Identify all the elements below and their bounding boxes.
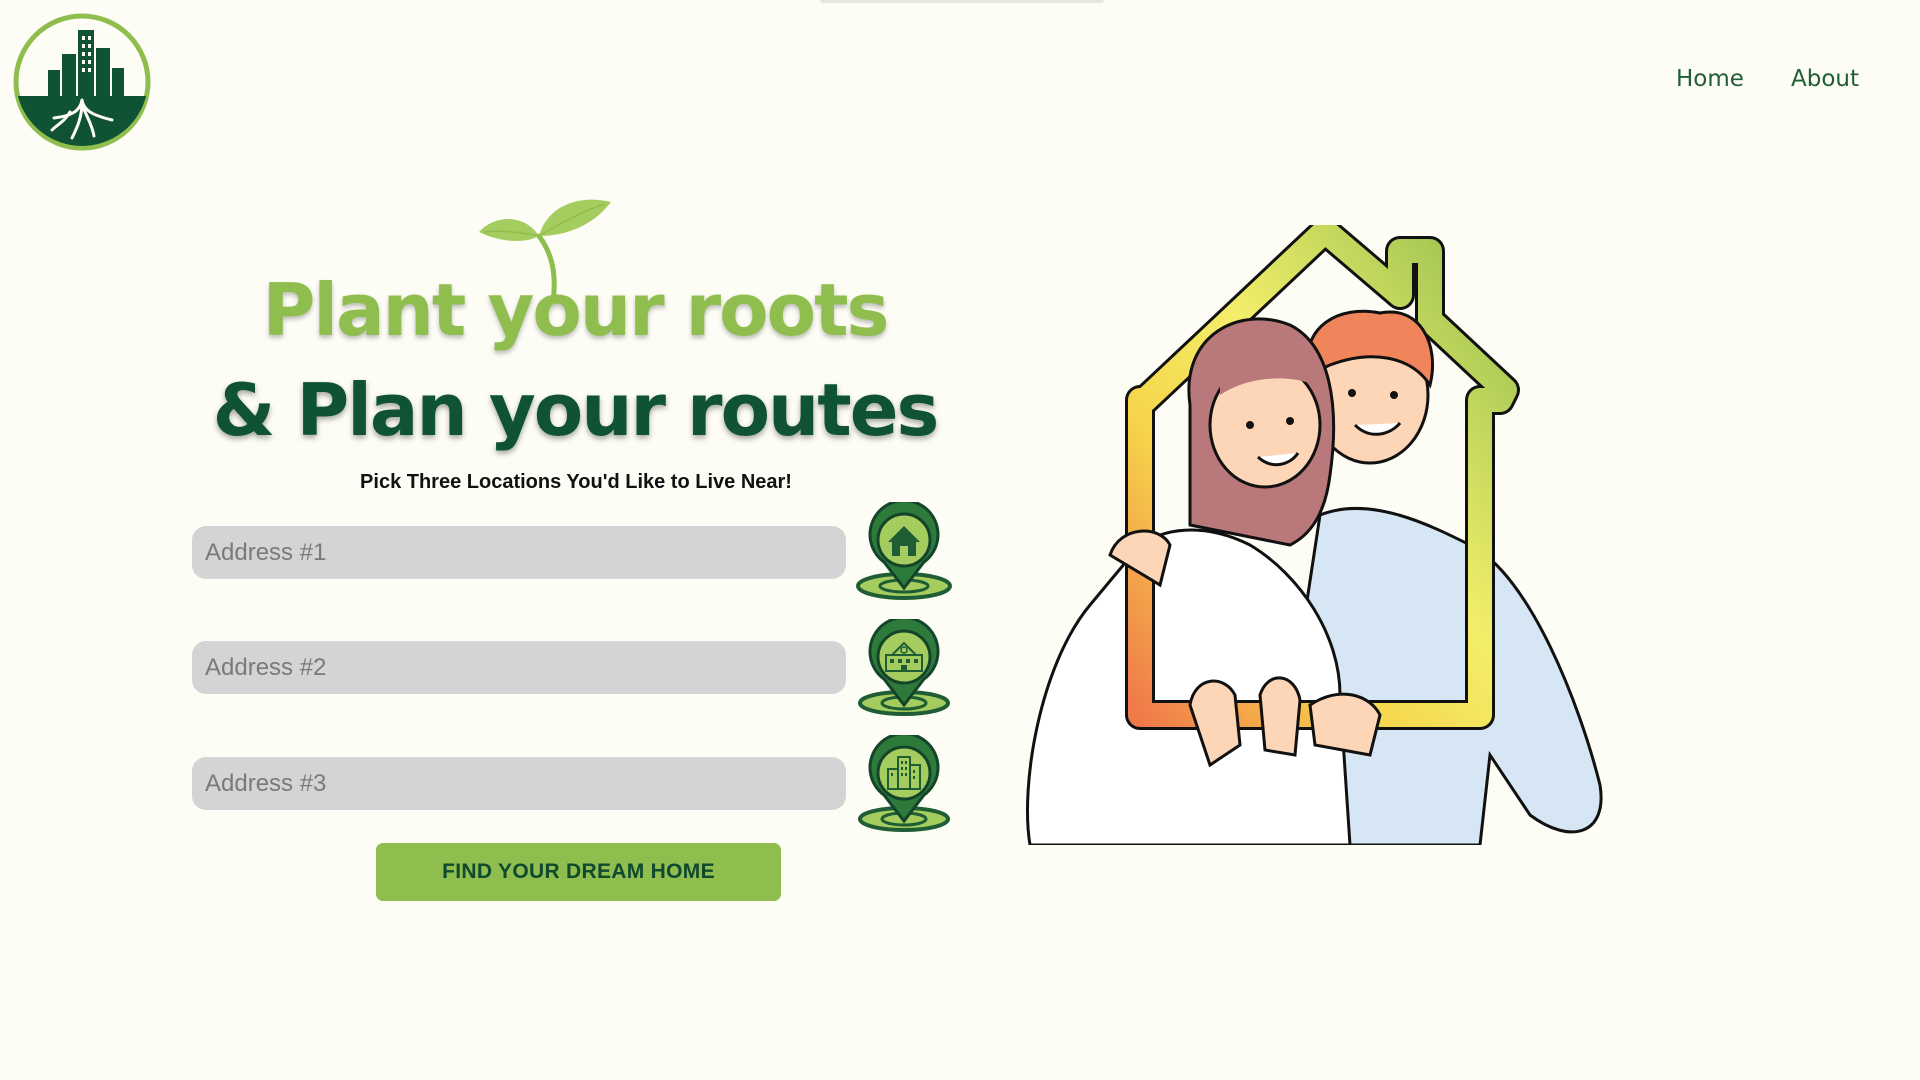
hero-subtitle: Pick Three Locations You'd Like to Live … (360, 471, 792, 493)
top-divider (820, 0, 1104, 3)
address-3-input[interactable] (192, 757, 846, 810)
home-location-pin-icon (856, 502, 952, 600)
nav-about-link[interactable]: About (1791, 66, 1859, 92)
hero-title-line1: Plant your roots (262, 268, 890, 352)
address-1-input[interactable] (192, 526, 846, 579)
top-nav: Home About (0, 66, 1920, 106)
hero-title-line2: & Plan your routes (212, 368, 940, 452)
school-location-pin-icon (858, 619, 950, 716)
office-building-location-pin-icon (858, 735, 950, 832)
find-dream-home-button[interactable]: FIND YOUR DREAM HOME (376, 843, 781, 901)
address-2-input[interactable] (192, 641, 846, 694)
couple-house-frame-illustration (1026, 225, 1603, 845)
nav-home-link[interactable]: Home (1676, 66, 1744, 92)
